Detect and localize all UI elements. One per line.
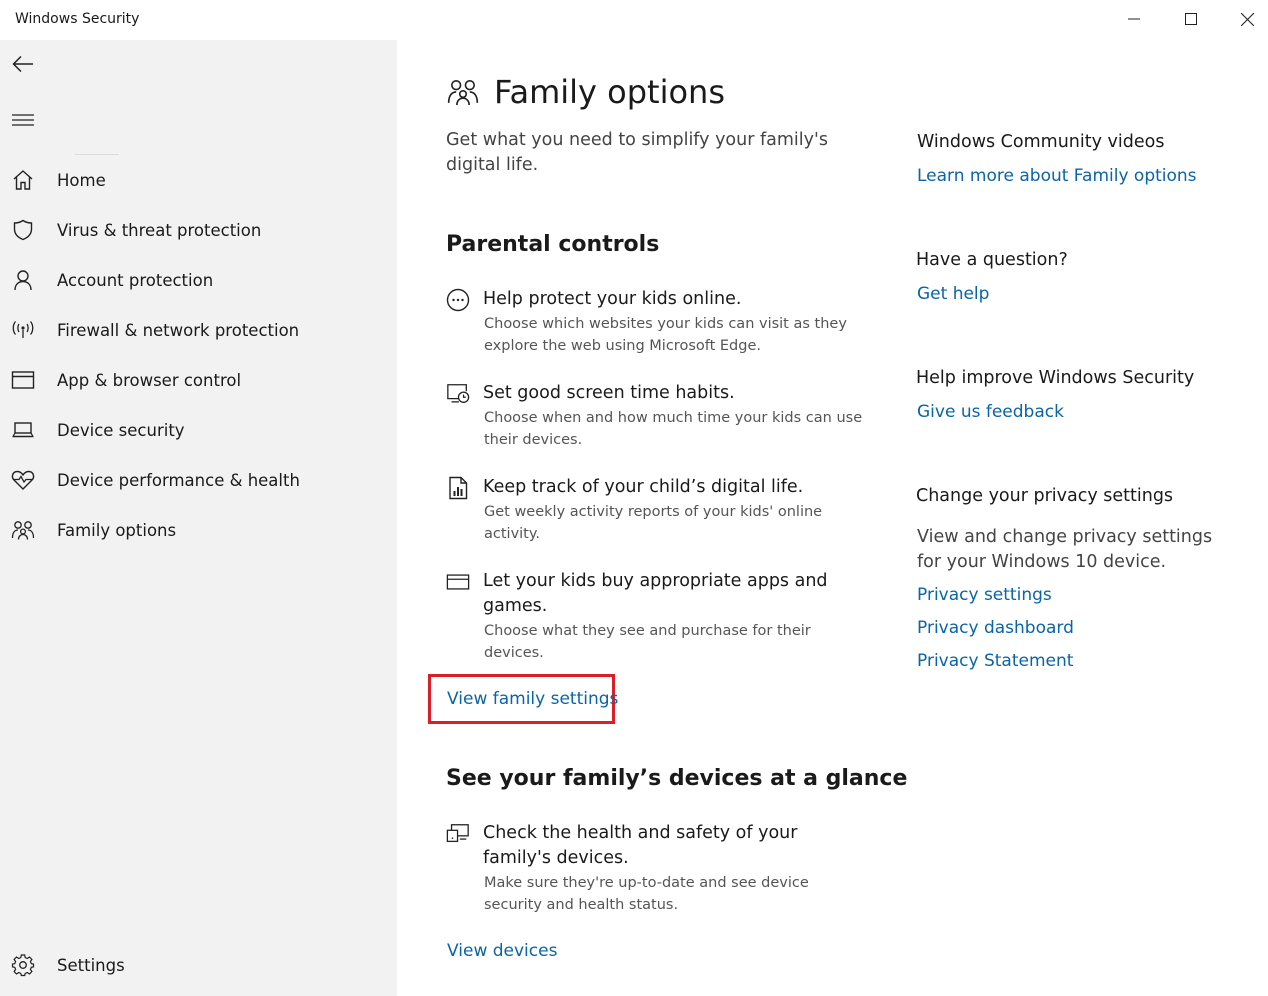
privacy-title: Change your privacy settings — [916, 486, 1174, 506]
gear-icon — [10, 952, 36, 978]
card-icon — [446, 570, 470, 594]
feature-description: Make sure they're up-to-date and see dev… — [484, 875, 809, 913]
sidebar-item-label: Home — [57, 170, 106, 190]
sidebar-item-app-browser[interactable]: App & browser control — [0, 357, 397, 403]
give-feedback-link[interactable]: Give us feedback — [917, 402, 1064, 422]
sidebar-item-label: Virus & threat protection — [57, 220, 262, 240]
feature-title: Keep track of your child’s digital life. — [483, 477, 804, 497]
shield-icon — [10, 217, 36, 243]
back-button[interactable] — [8, 50, 38, 78]
home-icon — [10, 167, 36, 193]
privacy-description: View and change privacy settings for you… — [917, 527, 1213, 572]
feature-title: Set good screen time habits. — [483, 383, 735, 403]
improve-title: Help improve Windows Security — [916, 368, 1195, 388]
feature-title: Help protect your kids online. — [483, 289, 742, 309]
person-icon — [10, 267, 36, 293]
parental-controls-heading: Parental controls — [446, 232, 660, 257]
sidebar-item-settings[interactable]: Settings — [0, 942, 397, 988]
view-family-settings-link[interactable]: View family settings — [447, 689, 618, 709]
feature-title: Check the health and safety of your fami… — [483, 823, 798, 868]
sidebar-item-label: Family options — [57, 520, 177, 540]
antenna-icon — [10, 317, 36, 343]
community-videos-title: Windows Community videos — [917, 132, 1165, 152]
heart-pulse-icon — [10, 467, 36, 493]
sidebar-item-virus-threat[interactable]: Virus & threat protection — [0, 207, 397, 253]
hamburger-icon — [12, 114, 34, 126]
screen-clock-icon — [446, 382, 470, 406]
sidebar-item-label: App & browser control — [57, 370, 242, 390]
page-subtitle: Get what you need to simplify your famil… — [446, 130, 828, 175]
browser-window-icon — [10, 367, 36, 393]
minimize-icon — [1128, 18, 1140, 20]
globe-dots-icon — [446, 288, 470, 312]
sidebar-item-label: Settings — [57, 955, 125, 975]
maximize-icon — [1185, 13, 1197, 25]
minimize-button[interactable] — [1106, 0, 1162, 38]
laptop-icon — [10, 417, 36, 443]
maximize-button[interactable] — [1163, 0, 1219, 38]
title-bar: Windows Security — [0, 0, 1268, 40]
close-button[interactable] — [1219, 0, 1268, 38]
get-help-link[interactable]: Get help — [917, 284, 989, 304]
page-title: Family options — [494, 73, 725, 111]
feature-title: Let your kids buy appropriate apps and g… — [483, 571, 828, 616]
feature-buy-apps: Let your kids buy appropriate apps and g… — [446, 569, 866, 664]
report-icon — [446, 476, 470, 500]
feature-description: Choose what they see and purchase for th… — [484, 623, 811, 661]
nav-divider — [75, 154, 119, 155]
feature-description: Choose when and how much time your kids … — [484, 410, 863, 448]
family-icon — [446, 75, 480, 109]
sidebar-item-account-protection[interactable]: Account protection — [0, 257, 397, 303]
devices-icon — [446, 822, 470, 846]
close-icon — [1240, 12, 1254, 26]
feature-description: Choose which websites your kids can visi… — [484, 316, 847, 354]
privacy-settings-link[interactable]: Privacy settings — [917, 585, 1052, 605]
family-devices-heading: See your family’s devices at a glance — [446, 766, 908, 791]
feature-protect-kids: Help protect your kids online. Choose wh… — [446, 287, 866, 357]
question-title: Have a question? — [916, 250, 1068, 270]
sidebar-item-firewall[interactable]: Firewall & network protection — [0, 307, 397, 353]
feature-device-health: Check the health and safety of your fami… — [446, 821, 866, 916]
sidebar: Home Virus & threat protection Account p… — [0, 40, 397, 996]
window-title: Windows Security — [15, 11, 140, 27]
back-arrow-icon — [12, 55, 33, 73]
sidebar-item-label: Device security — [57, 420, 185, 440]
sidebar-item-label: Account protection — [57, 270, 214, 290]
feature-track-activity: Keep track of your child’s digital life.… — [446, 475, 866, 545]
family-icon — [10, 517, 36, 543]
privacy-dashboard-link[interactable]: Privacy dashboard — [917, 618, 1074, 638]
sidebar-item-label: Firewall & network protection — [57, 320, 300, 340]
sidebar-item-device-security[interactable]: Device security — [0, 407, 397, 453]
sidebar-item-family-options[interactable]: Family options — [0, 507, 397, 553]
view-devices-link[interactable]: View devices — [447, 941, 557, 961]
sidebar-item-device-performance[interactable]: Device performance & health — [0, 457, 397, 503]
sidebar-item-label: Device performance & health — [57, 470, 300, 490]
feature-screen-time: Set good screen time habits. Choose when… — [446, 381, 866, 451]
sidebar-item-home[interactable]: Home — [0, 157, 397, 203]
privacy-statement-link[interactable]: Privacy Statement — [917, 651, 1073, 671]
menu-button[interactable] — [8, 106, 38, 134]
feature-description: Get weekly activity reports of your kids… — [484, 504, 823, 542]
page-header: Family options — [446, 70, 725, 114]
learn-more-link[interactable]: Learn more about Family options — [917, 166, 1197, 186]
